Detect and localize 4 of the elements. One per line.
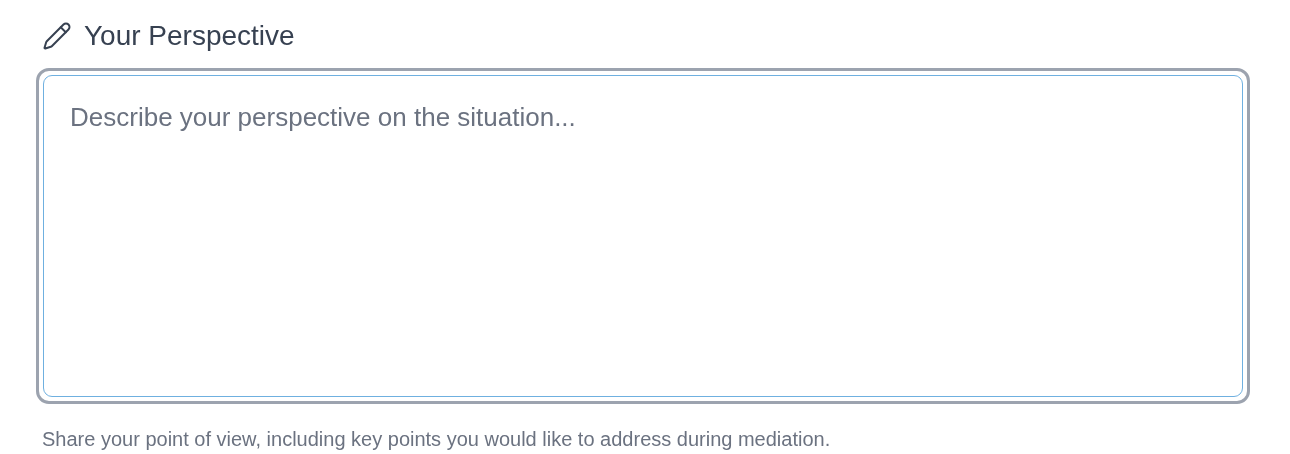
- help-text: Share your point of view, including key points you would like to address during mediation.: [41, 427, 832, 452]
- pencil-icon: [42, 21, 72, 51]
- perspective-input-field[interactable]: Describe your perspective on the situation...: [36, 68, 1250, 404]
- field-label: Your Perspective: [84, 19, 295, 53]
